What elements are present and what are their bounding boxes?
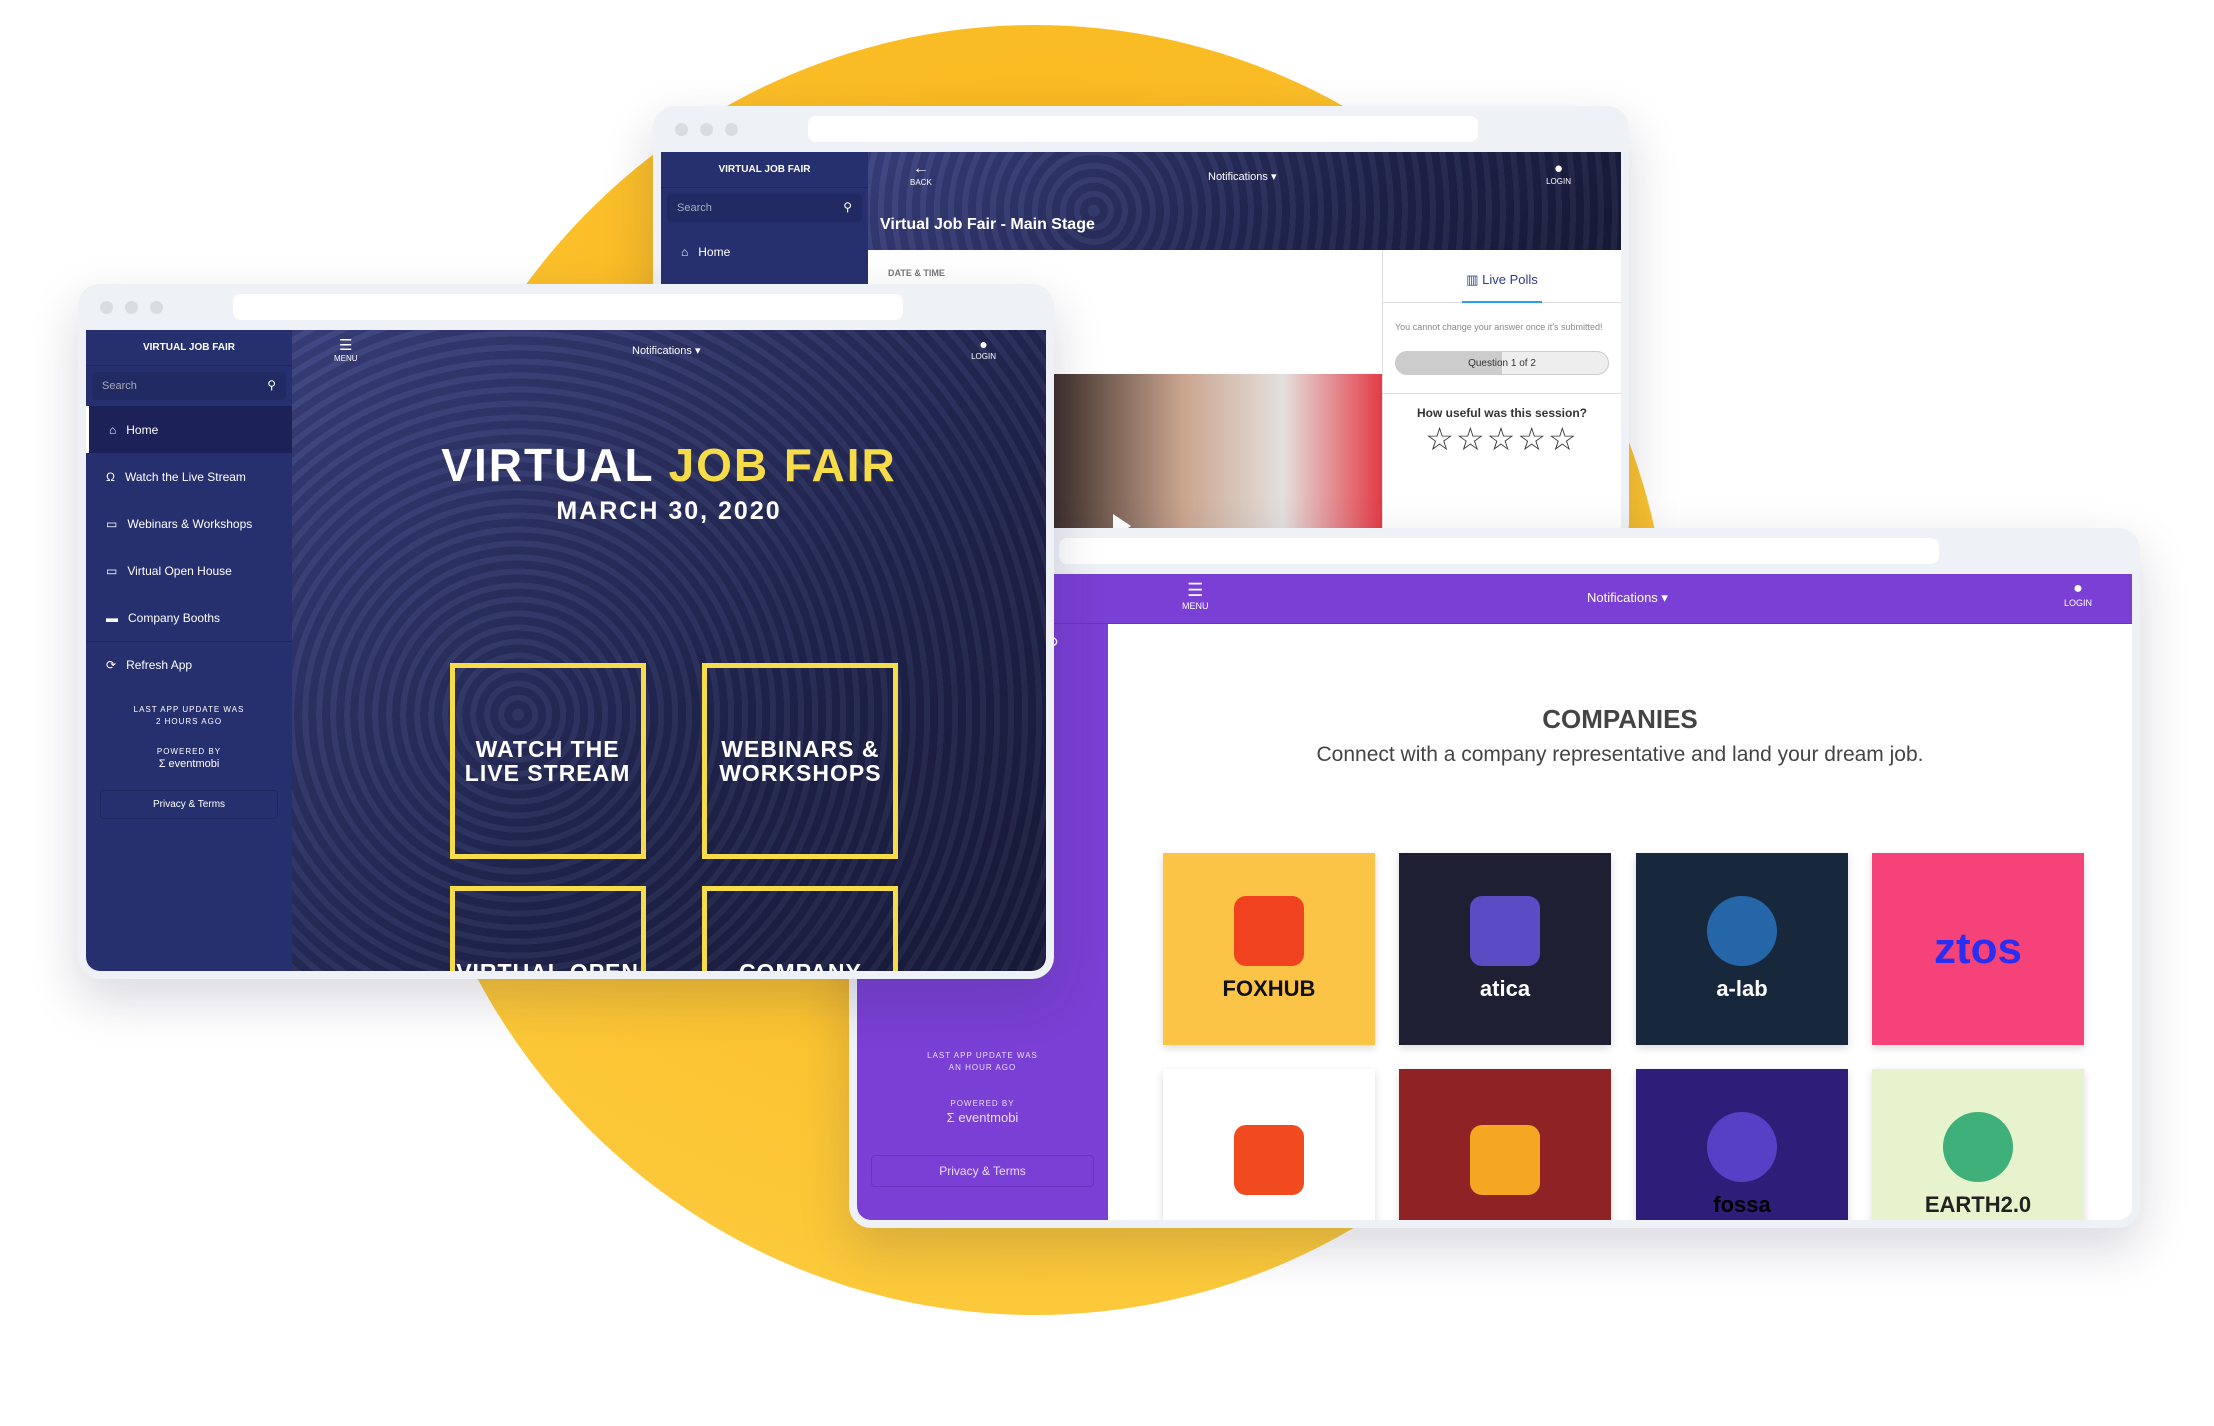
back-button[interactable]: ← BACK (910, 160, 932, 187)
star-icon[interactable]: ☆ (1487, 421, 1518, 457)
eventmobi-logo: Σ eventmobi (946, 1110, 1019, 1125)
last-update: LAST APP UPDATE WAS AN HOUR AGO (927, 1051, 1038, 1072)
page-title: COMPANIES (1542, 704, 1698, 734)
menu-button[interactable]: ☰ MENU (1182, 580, 1209, 611)
company-logo-mark (1943, 1112, 2013, 1182)
company-logo-mark (1470, 896, 1540, 966)
search-icon: ⚲ (267, 378, 276, 392)
privacy-terms-button[interactable]: Privacy & Terms (100, 790, 278, 819)
address-bar[interactable] (1059, 538, 1939, 564)
search-icon: ⚲ (843, 200, 852, 214)
sidebar-item[interactable]: ▭ Virtual Open House (86, 547, 292, 594)
company-logo-mark (1234, 896, 1304, 966)
star-icon[interactable]: ☆ (1548, 421, 1579, 457)
star-icon[interactable]: ☆ (1517, 421, 1548, 457)
star-rating[interactable]: ☆☆☆☆☆ (1383, 420, 1621, 458)
company-name: FOXHUB (1222, 976, 1316, 1001)
calendar-icon: ▭ (106, 516, 118, 531)
powered-by: POWERED BY (156, 747, 222, 756)
companies-heading: COMPANIES Connect with a company represe… (1108, 704, 2132, 767)
sidebar-title: VIRTUAL JOB FAIR (86, 330, 292, 366)
poll-question: How useful was this session? (1383, 393, 1621, 420)
company-name: a-lab (1716, 976, 1768, 1001)
sidebar-item[interactable]: ⟳ Refresh App (86, 641, 292, 688)
company-name: fossa (1713, 1192, 1771, 1217)
headphones-icon: Ω (106, 469, 115, 484)
company-logo-mark (1707, 1112, 1777, 1182)
browser-chrome (653, 106, 1629, 150)
hero-tile-button[interactable]: VIRTUAL OPEN HOUSE (449, 885, 646, 971)
search-input[interactable]: Search ⚲ (667, 194, 862, 222)
polls-panel: ▥ Live Polls You cannot change your answ… (1382, 250, 1621, 538)
user-icon: ● (1554, 160, 1564, 177)
powered-by: POWERED BY (950, 1099, 1015, 1108)
login-button[interactable]: ● LOGIN (1546, 160, 1571, 186)
poll-progress: Question 1 of 2 (1395, 351, 1609, 375)
company-logo-tile[interactable]: EARTH2.0 (1872, 1069, 2084, 1220)
calendar-icon: ▭ (106, 563, 118, 578)
header: ← BACK Notifications ▾ ● LOGIN Virtual Job… (868, 152, 1621, 250)
home-icon: ⌂ (109, 422, 117, 437)
company-logo-tile[interactable] (1399, 1069, 1611, 1220)
company-logo-tile[interactable]: atica (1399, 853, 1611, 1045)
hero: ☰ MENU Notifications ▾ ● LOGIN VIRTUAL JOB… (292, 330, 1046, 971)
company-logo-tile[interactable]: a-lab (1636, 853, 1848, 1045)
star-icon[interactable]: ☆ (1425, 421, 1456, 457)
company-name: EARTH2.0 (1924, 1192, 2032, 1217)
notifications-dropdown[interactable]: Notifications ▾ (1587, 590, 1668, 606)
company-logo-mark (1707, 896, 1777, 966)
refresh-icon: ⟳ (106, 658, 117, 672)
login-button[interactable]: ● LOGIN (971, 336, 996, 361)
notifications-dropdown[interactable]: Notifications ▾ (632, 344, 701, 357)
sidebar-title: VIRTUAL JOB FAIR (661, 152, 868, 188)
poll-note: You cannot change your answer once it's … (1395, 322, 1603, 332)
notifications-dropdown[interactable]: Notifications ▾ (1208, 170, 1277, 183)
menu-button[interactable]: ☰ MENU (334, 336, 358, 363)
sidebar-item[interactable]: ⌂ Home (86, 406, 292, 453)
hero-date: MARCH 30, 2020 (556, 497, 782, 525)
video-player[interactable] (1051, 374, 1382, 538)
eventmobi-logo: Σ eventmobi (158, 758, 220, 770)
company-name: ztos (1934, 924, 2022, 973)
hero-title: VIRTUAL JOB FAIR (441, 439, 897, 491)
company-logo-tile[interactable]: FOXHUB (1163, 853, 1375, 1045)
company-logo-mark (1470, 1125, 1540, 1195)
hero-tile-button[interactable]: WATCH THE LIVE STREAM (449, 662, 646, 859)
menu-icon: ☰ (339, 337, 353, 354)
company-name: atica (1479, 976, 1531, 1001)
last-update: LAST APP UPDATE WAS 2 HOURS AGO (133, 705, 245, 726)
sidebar-item-home[interactable]: ⌂ Home (661, 228, 868, 275)
address-bar[interactable] (233, 294, 903, 320)
briefcase-icon: ▬ (106, 610, 118, 625)
hero-tile-button[interactable]: COMPANY BOOTHS (702, 885, 899, 971)
company-logo-tile[interactable] (1163, 1069, 1375, 1220)
address-bar[interactable] (808, 116, 1478, 142)
menu-icon: ☰ (1187, 580, 1204, 600)
sidebar-item[interactable]: ▭ Webinars & Workshops (86, 500, 292, 547)
sidebar-item[interactable]: ▬ Company Booths (86, 594, 292, 641)
search-input[interactable]: Search ⚲ (92, 372, 286, 400)
sidebar: VIRTUAL JOB FAIR Search ⚲ ⌂ Home Ω Watch the… (86, 330, 292, 971)
date-label: DATE & TIME (888, 268, 945, 278)
user-icon: ● (979, 336, 988, 352)
privacy-terms-button[interactable]: Privacy & Terms (871, 1155, 1094, 1187)
page-subtitle: Connect with a company representative an… (1316, 743, 1924, 766)
company-logo-mark (1234, 1125, 1304, 1195)
home-icon: ⌂ (681, 244, 689, 259)
hero-tile-button[interactable]: WEBINARS & WORKSHOPS (702, 662, 899, 859)
star-icon[interactable]: ☆ (1456, 421, 1487, 457)
tab-live-polls[interactable]: ▥ Live Polls (1383, 250, 1621, 303)
page-title: Virtual Job Fair - Main Stage (880, 216, 1095, 233)
login-button[interactable]: ● LOGIN (2064, 580, 2092, 608)
home-window: VIRTUAL JOB FAIR Search ⚲ ⌂ Home Ω Watch the… (78, 284, 1054, 979)
user-icon: ● (2073, 580, 2083, 597)
back-arrow-icon: ← (912, 160, 929, 177)
company-logo-tile[interactable]: ztos (1872, 853, 2084, 1045)
company-logo-tile[interactable]: fossa (1636, 1069, 1848, 1220)
sidebar-item[interactable]: Ω Watch the Live Stream (86, 453, 292, 500)
